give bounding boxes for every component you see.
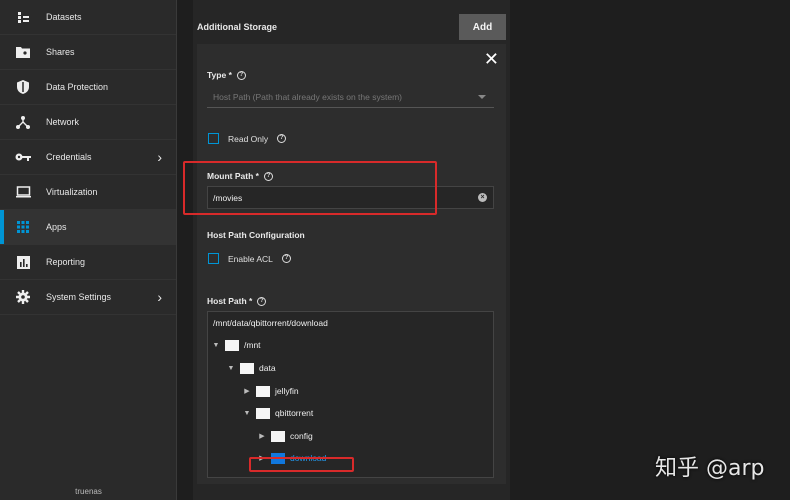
tree-node-jellyfin[interactable]: ▶ jellyfin [243,383,299,399]
apps-grid-icon [0,221,46,233]
chevron-right-icon: › [157,289,162,305]
host-path-tree: ▼ /mnt ▼ data ▶ jellyfin ▼ qbittorrent ▶ [207,333,494,478]
watermark: 知乎 @arp [655,456,765,481]
caret-down-icon[interactable]: ▼ [227,365,235,372]
caret-right-icon[interactable]: ▶ [243,387,251,395]
shield-icon [0,80,46,94]
enable-acl-label: Enable ACL [228,253,273,264]
sidebar-item-credentials[interactable]: Credentials › [0,140,176,175]
sidebar-item-virtualization[interactable]: Virtualization [0,175,176,210]
sidebar-item-label: Reporting [46,257,86,267]
folder-icon [240,362,254,374]
sidebar-item-network[interactable]: Network [0,105,176,140]
sidebar-item-label: Apps [46,222,67,232]
folder-icon [225,339,239,351]
sidebar-item-label: System Settings [46,292,112,302]
sidebar-item-apps[interactable]: Apps [0,210,176,245]
chevron-right-icon: › [157,149,162,165]
shares-icon [0,46,46,58]
sidebar-item-reporting[interactable]: Reporting [0,245,176,280]
folder-icon [271,452,285,464]
gear-icon [0,290,46,304]
sidebar-item-label: Datasets [46,12,82,22]
folder-icon [256,385,270,397]
enable-acl-checkbox[interactable] [208,253,219,264]
host-path-label: Host Path * ? [207,296,267,306]
panel-title: Additional Storage [197,22,278,32]
sidebar-item-label: Shares [46,47,75,57]
type-label: Type * ? [207,70,246,80]
sidebar-item-system-settings[interactable]: System Settings › [0,280,176,315]
help-icon[interactable]: ? [236,70,246,80]
tree-node-config[interactable]: ▶ config [258,428,313,444]
caret-down-icon[interactable]: ▼ [212,342,220,349]
tree-node-download[interactable]: ▶ download [258,450,326,466]
sidebar-item-label: Virtualization [46,187,98,197]
folder-icon [256,407,270,419]
sidebar-item-label: Data Protection [46,82,109,92]
add-button[interactable]: Add [459,14,506,40]
mount-path-label: Mount Path * ? [207,171,273,181]
sidebar-item-label: Credentials [46,152,92,162]
read-only-checkbox[interactable] [208,133,219,144]
close-icon[interactable]: ✕ [484,50,499,68]
sidebar: Datasets Shares Data Protection Network … [0,0,177,500]
datasets-icon [0,11,46,24]
type-select[interactable]: Host Path (Path that already exists on t… [207,86,494,108]
caret-right-icon[interactable]: ▶ [258,454,266,462]
caret-down-icon[interactable]: ▼ [243,410,251,417]
sidebar-item-shares[interactable]: Shares [0,35,176,70]
read-only-label: Read Only [228,133,269,144]
tree-node-qbittorrent[interactable]: ▼ qbittorrent [243,405,313,421]
caret-right-icon[interactable]: ▶ [258,432,266,440]
help-icon[interactable]: ? [257,296,267,306]
sidebar-footer: truenas [75,487,102,496]
host-path-configuration-heading: Host Path Configuration [207,230,305,240]
sidebar-item-datasets[interactable]: Datasets [0,0,176,35]
host-path-input[interactable]: /mnt/data/qbittorrent/download [207,311,494,334]
storage-entry-card: ✕ Type * ? Host Path (Path that already … [183,44,506,484]
clear-icon[interactable]: × [478,193,487,202]
folder-icon [271,430,285,442]
sidebar-item-data-protection[interactable]: Data Protection [0,70,176,105]
monitor-icon [0,186,46,198]
tree-node-data[interactable]: ▼ data [227,360,276,376]
key-icon [0,152,46,162]
chart-icon [0,255,46,269]
sidebar-item-label: Network [46,117,80,127]
mount-path-input[interactable]: /movies × [207,186,494,209]
additional-storage-panel: Additional Storage Add ✕ Type * ? Host P… [183,0,510,500]
network-icon [0,115,46,129]
help-icon[interactable]: ? [263,171,273,181]
help-icon[interactable]: ? [281,254,291,263]
read-only-row: Read Only ? [208,133,287,144]
tree-node-mnt[interactable]: ▼ /mnt [212,337,261,353]
panel-header: Additional Storage Add [193,0,510,44]
help-icon[interactable]: ? [277,134,287,143]
enable-acl-row: Enable ACL ? [208,253,291,264]
dropdown-arrow-icon [478,95,486,99]
